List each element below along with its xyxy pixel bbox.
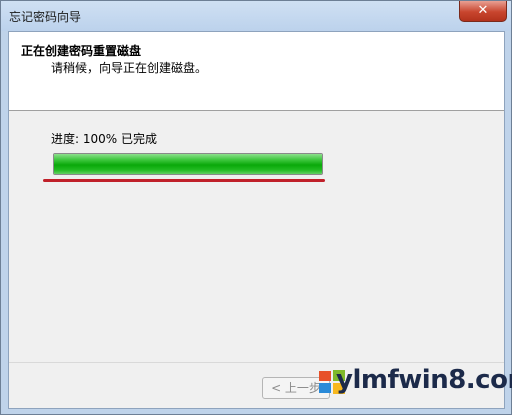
footer-divider — [9, 362, 504, 363]
wizard-window: 忘记密码向导 ✕ 正在创建密码重置磁盘 请稍候，向导正在创建磁盘。 进度: 10… — [0, 0, 512, 415]
watermark-text: ylmfwin8.com — [336, 365, 512, 395]
close-icon: ✕ — [477, 3, 489, 18]
page-subtitle: 请稍候，向导正在创建磁盘。 — [51, 61, 208, 75]
annotation-underline — [43, 179, 325, 182]
watermark: ylmfwin8.com — [318, 364, 512, 415]
wizard-client-area: 正在创建密码重置磁盘 请稍候，向导正在创建磁盘。 进度: 100% 已完成 < … — [8, 31, 505, 409]
title-bar[interactable]: 忘记密码向导 ✕ — [1, 1, 511, 31]
close-button[interactable]: ✕ — [459, 1, 507, 22]
progress-label: 进度: 100% 已完成 — [51, 132, 157, 146]
page-title: 正在创建密码重置磁盘 — [21, 44, 142, 58]
progress-fill — [54, 154, 322, 174]
progress-bar — [53, 153, 323, 175]
window-title: 忘记密码向导 — [9, 10, 82, 24]
wizard-header: 正在创建密码重置磁盘 请稍候，向导正在创建磁盘。 — [9, 32, 504, 111]
